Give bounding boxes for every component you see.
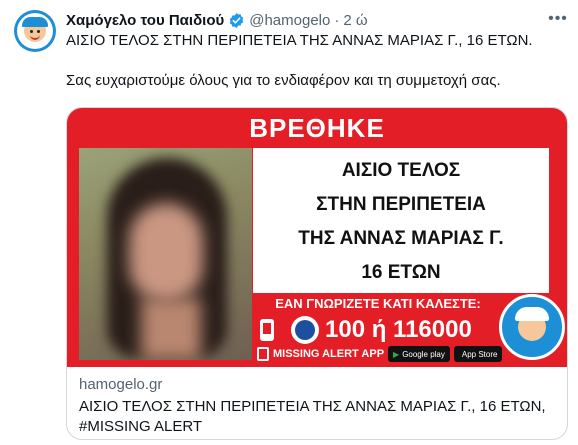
hamogelo-logo [499,294,565,360]
poster-text-panel: ΑΙΣΙΟ ΤΕΛΟΣ ΣΤΗΝ ΠΕΡΙΠΕΤΕΙΑ ΤΗΣ ΑΝΝΑΣ ΜΑ… [253,148,549,293]
avatar-cap [22,17,48,27]
avatar[interactable] [14,10,56,52]
poster-call-text: ΕΑΝ ΓΝΩΡΙΖΕΤΕ ΚΑΤΙ ΚΑΛΕΣΤΕ: [275,296,481,311]
poster-app-row: MISSING ALERT APP ▶ Google play App Store [257,346,503,362]
tweet[interactable]: Χαμόγελο του Παιδιού @hamogelo · 2 ώ •••… [0,0,578,445]
tweet-text-line1: ΑΙΣΙΟ ΤΕΛΟΣ ΣΤΗΝ ΠΕΡΙΠΕΤΕΙΑ ΤΗΣ ΑΝΝΑΣ ΜΑ… [66,32,533,49]
poster-image: ΒΡΕΘΗΚΕ ΑΙΣΙΟ ΤΕΛΟΣ ΣΤΗΝ ΠΕΡΙΠΕΤΕΙΑ ΤΗΣ … [67,108,567,367]
poster-line: ΤΗΣ ΑΝΝΑΣ ΜΑΡΙΑΣ Γ. [298,228,504,249]
separator-dot: · [334,11,340,29]
google-play-badge: ▶ Google play [388,346,450,362]
card-title-line1[interactable]: ΑΙΣΙΟ ΤΕΛΟΣ ΣΤΗΝ ΠΕΡΙΠΕΤΕΙΑ ΤΗΣ ΑΝΝΑΣ ΜΑ… [79,398,546,415]
author-handle[interactable]: @hamogelo [249,12,330,29]
poster-line: ΑΙΣΙΟ ΤΕΛΟΣ [341,160,461,181]
card-title-line2[interactable]: #MISSING ALERT [79,418,202,435]
poster-line: 16 ΕΤΩΝ [361,262,441,283]
link-card[interactable]: ΒΡΕΘΗΚΕ ΑΙΣΙΟ ΤΕΛΟΣ ΣΤΗΝ ΠΕΡΙΠΕΤΕΙΑ ΤΗΣ … [66,107,568,440]
tweet-header: Χαμόγελο του Παιδιού @hamogelo · 2 ώ [66,10,368,30]
card-domain[interactable]: hamogelo.gr [79,376,162,393]
poster-phone-numbers: 100 ή 116000 [325,316,472,343]
verified-badge-icon [230,12,244,28]
police-emblem-icon [291,316,319,344]
tweet-text-line2: Σας ευχαριστούμε όλους για το ενδιαφέρον… [66,72,501,89]
avatar-eye [30,30,33,33]
more-options-icon[interactable]: ••• [547,8,569,30]
app-store-badge: App Store [453,346,503,362]
poster-app-label: MISSING ALERT APP [273,348,385,360]
app-phone-icon [257,347,269,361]
poster-found-title: ΒΡΕΘΗΚΕ [249,112,385,143]
phone-icon [260,319,274,341]
poster-line: ΣΤΗΝ ΠΕΡΙΠΕΤΕΙΑ [316,194,486,215]
blurred-photo [79,148,252,360]
timestamp[interactable]: 2 ώ [343,12,367,29]
author-name[interactable]: Χαμόγελο του Παιδιού [66,12,224,29]
avatar-eye [37,30,40,33]
